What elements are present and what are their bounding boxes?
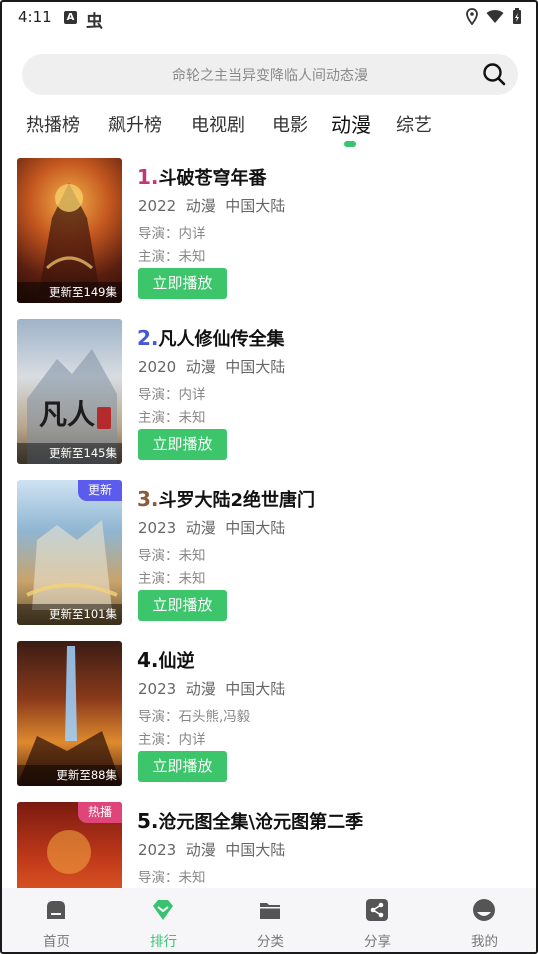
poster-image[interactable]: 凡人 更新至145集 [17,319,122,464]
update-badge: 更新 [78,480,122,501]
item-title[interactable]: 4.仙逆 [137,647,195,673]
nav-category[interactable]: 分类 [217,888,324,952]
item-meta: 2023 动漫 中国大陆 [138,678,285,699]
rank-number: 3. [137,487,159,511]
tab-variety[interactable]: 综艺 [396,111,432,137]
tab-movie[interactable]: 电影 [272,111,308,137]
hot-badge: 热播 [78,802,122,823]
app-screen: 4:11 A 虫 命轮之主当异变降临人间动态漫 热播榜 飙升榜 电视剧 电影 动… [0,0,538,954]
genre: 动漫 [185,197,216,215]
actor-text: 主演：未知 [138,249,206,265]
region: 中国大陆 [225,197,286,215]
title-text: 沧元图全集\沧元图第二季 [158,812,364,833]
ranking-icon [153,900,173,920]
region: 中国大陆 [225,841,286,859]
search-placeholder: 命轮之主当异变降临人间动态漫 [172,68,368,84]
year: 2020 [138,358,177,376]
share-icon [366,899,388,921]
bottom-nav: 首页 排行 分类 分享 我的 [2,888,536,952]
svg-text:凡人: 凡人 [39,398,95,431]
play-now-button[interactable]: 立即播放 [138,268,227,299]
director-text: 导演：未知 [138,870,206,886]
tab-anime[interactable]: 动漫 [331,109,371,138]
status-bar: 4:11 A 虫 [2,2,536,36]
search-icon[interactable] [482,62,506,86]
actor-text: 主演：未知 [138,410,206,426]
folder-icon [260,903,280,919]
title-text: 凡人修仙传全集 [158,329,285,350]
year: 2023 [138,841,177,859]
actor-text: 主演：未知 [138,571,206,587]
status-icons [466,8,522,25]
year: 2023 [138,680,177,698]
poster-image[interactable]: 更新 更新至101集 [17,480,122,625]
director-text: 导演：未知 [138,548,206,564]
nav-share[interactable]: 分享 [324,888,431,952]
play-now-button[interactable]: 立即播放 [138,751,227,782]
rank-number: 5. [137,809,159,833]
region: 中国大陆 [225,519,286,537]
actor-text: 主演：内详 [138,732,206,748]
nav-ranking[interactable]: 排行 [110,888,217,952]
location-icon [466,8,478,25]
title-text: 斗罗大陆2绝世唐门 [158,490,316,511]
list-item[interactable]: 凡人 更新至145集 2.凡人修仙传全集 2020 动漫 中国大陆 导演：内详 … [2,319,536,464]
nav-label: 排行 [150,934,177,950]
title-text: 仙逆 [158,651,195,672]
profile-icon [473,899,495,921]
director-text: 导演：石头熊,冯毅 [138,709,251,725]
status-time: 4:11 [18,8,52,26]
region: 中国大陆 [225,680,286,698]
genre: 动漫 [185,358,216,376]
episode-count: 更新至149集 [17,282,122,303]
genre: 动漫 [185,841,216,859]
item-meta: 2020 动漫 中国大陆 [138,356,285,377]
search-bar[interactable]: 命轮之主当异变降临人间动态漫 [22,54,518,95]
item-meta: 2023 动漫 中国大陆 [138,517,285,538]
category-tabs: 热播榜 飙升榜 电视剧 电影 动漫 综艺 [2,108,536,150]
tab-hot[interactable]: 热播榜 [26,111,80,137]
nav-label: 分享 [364,934,391,950]
nav-profile[interactable]: 我的 [431,888,536,952]
active-tab-indicator [344,141,356,147]
notification-bug-icon: 虫 [86,12,103,32]
nav-home[interactable]: 首页 [3,888,110,952]
item-title[interactable]: 3.斗罗大陆2绝世唐门 [137,486,315,512]
list-item[interactable]: 更新 更新至101集 3.斗罗大陆2绝世唐门 2023 动漫 中国大陆 导演：未… [2,480,536,625]
notification-a-icon: A [64,11,77,24]
region: 中国大陆 [225,358,286,376]
title-text: 斗破苍穹年番 [158,168,267,189]
rank-number: 2. [137,326,159,350]
episode-count: 更新至101集 [17,604,122,625]
battery-icon [513,8,521,24]
director-text: 导演：内详 [138,226,206,242]
tab-tv-series[interactable]: 电视剧 [191,111,245,137]
director-text: 导演：内详 [138,387,206,403]
item-title[interactable]: 1.斗破苍穹年番 [137,164,267,190]
play-now-button[interactable]: 立即播放 [138,590,227,621]
nav-label: 首页 [43,934,70,950]
list-item[interactable]: 更新至88集 4.仙逆 2023 动漫 中国大陆 导演：石头熊,冯毅 主演：内详… [2,641,536,786]
poster-image[interactable]: 更新至149集 [17,158,122,303]
poster-image[interactable]: 更新至88集 [17,641,122,786]
rank-number: 1. [137,165,159,189]
wifi-icon [486,10,504,23]
item-title[interactable]: 2.凡人修仙传全集 [137,325,285,351]
episode-count: 更新至88集 [17,765,122,786]
nav-label: 我的 [471,934,498,950]
rank-number: 4. [137,648,159,672]
item-meta: 2022 动漫 中国大陆 [138,195,285,216]
item-title[interactable]: 5.沧元图全集\沧元图第二季 [137,808,363,834]
tab-rising[interactable]: 飙升榜 [108,111,162,137]
list-item[interactable]: 更新至149集 1.斗破苍穹年番 2022 动漫 中国大陆 导演：内详 主演：未… [2,158,536,303]
year: 2022 [138,197,177,215]
episode-count: 更新至145集 [17,443,122,464]
year: 2023 [138,519,177,537]
genre: 动漫 [185,519,216,537]
play-now-button[interactable]: 立即播放 [138,429,227,460]
nav-label: 分类 [257,934,284,950]
genre: 动漫 [185,680,216,698]
item-meta: 2023 动漫 中国大陆 [138,839,285,860]
home-icon [47,901,65,919]
